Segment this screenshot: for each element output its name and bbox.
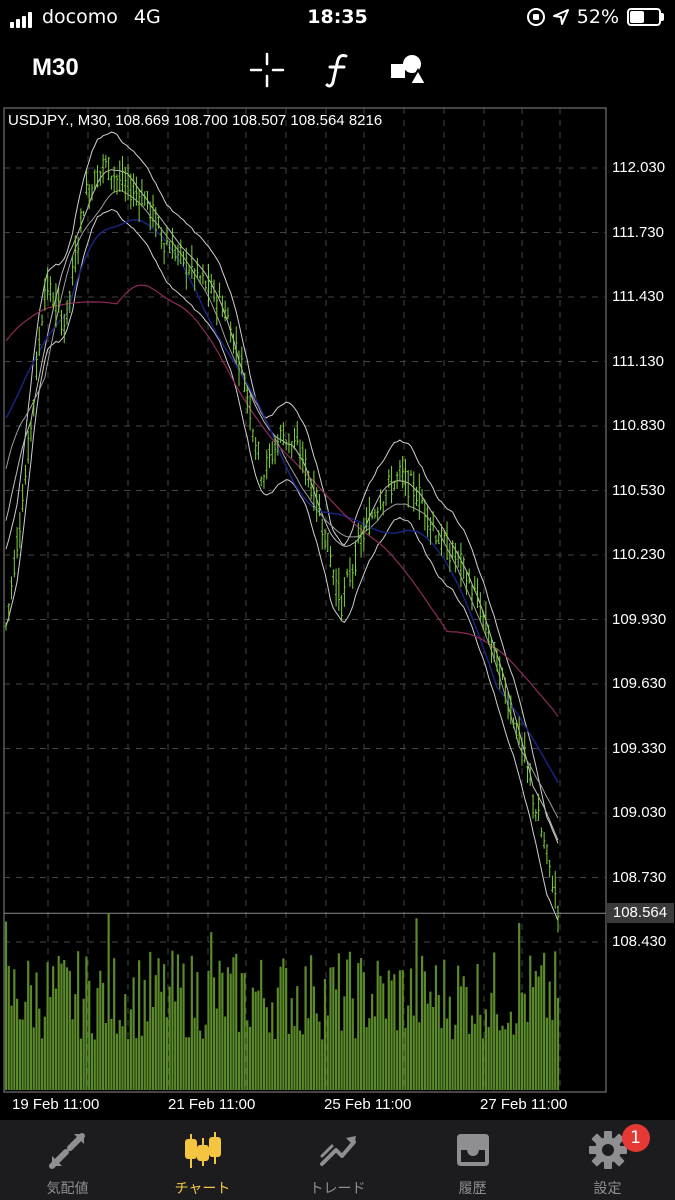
quotes-icon xyxy=(48,1133,85,1169)
settings-badge: 1 xyxy=(621,1124,650,1152)
crosshair-button[interactable] xyxy=(247,50,287,90)
trade-icon xyxy=(319,1136,356,1166)
objects-button[interactable] xyxy=(388,50,428,90)
tab-label: チャート xyxy=(174,1181,231,1197)
price-tick-label: 108.730 xyxy=(612,868,667,886)
price-chart[interactable]: USDJPY., M30, 108.669 108.700 108.507 10… xyxy=(0,104,675,1120)
date-tick-label: 25 Feb 11:00 xyxy=(324,1096,412,1113)
history-icon xyxy=(456,1134,489,1166)
ma-line xyxy=(5,169,559,841)
orientation-lock-icon xyxy=(526,8,545,26)
price-tick-label: 110.530 xyxy=(612,481,666,499)
plot-frame xyxy=(3,107,607,1093)
status-right: 52% xyxy=(526,6,664,28)
chart-header: USDJPY., M30, 108.669 108.700 108.507 10… xyxy=(8,112,383,129)
timeframe-button[interactable]: M30 xyxy=(32,54,79,82)
price-tick-label: 109.030 xyxy=(612,804,667,821)
location-icon xyxy=(552,9,569,25)
band-lower-line xyxy=(5,208,559,921)
chart-canvas[interactable] xyxy=(0,104,675,1120)
current-price-tag: 108.564 xyxy=(606,903,674,924)
chart-icon xyxy=(184,1132,221,1168)
price-tick-label: 109.330 xyxy=(612,739,667,757)
status-bar: docomo 4G 18:35 52% xyxy=(0,0,675,36)
price-tick-label: 108.430 xyxy=(612,933,667,950)
shapes-icon xyxy=(391,55,428,85)
date-tick-label: 21 Feb 11:00 xyxy=(168,1096,256,1113)
tab-label: 履歴 xyxy=(458,1181,487,1197)
tab-bar: 気配値 チャート トレード 履歴 1 設定 xyxy=(0,1120,675,1200)
price-tick-label: 109.930 xyxy=(612,610,667,628)
tab-chart[interactable]: チャート xyxy=(135,1120,270,1200)
ma-line-blue xyxy=(5,219,559,784)
price-tick-label: 111.730 xyxy=(612,223,664,241)
chart-toolbar: M30 xyxy=(0,36,675,104)
battery-percent: 52% xyxy=(576,6,619,28)
tab-settings[interactable]: 1 設定 xyxy=(540,1120,675,1200)
date-tick-label: 27 Feb 11:00 xyxy=(480,1096,568,1113)
price-tick-label: 112.030 xyxy=(612,159,666,176)
date-tick-label: 19 Feb 11:00 xyxy=(12,1096,100,1113)
ma-line xyxy=(5,189,559,819)
indicators-button[interactable] xyxy=(318,50,358,90)
tab-label: トレード xyxy=(309,1181,366,1197)
tab-trade[interactable]: トレード xyxy=(270,1120,405,1200)
tab-history[interactable]: 履歴 xyxy=(405,1120,540,1200)
tab-label: 気配値 xyxy=(46,1181,89,1197)
ma-line-purple xyxy=(5,284,559,717)
function-icon xyxy=(325,54,348,88)
price-tick-label: 111.430 xyxy=(612,288,664,305)
price-tick-label: 110.230 xyxy=(612,546,666,563)
price-tick-label: 110.830 xyxy=(612,417,666,434)
tab-quotes[interactable]: 気配値 xyxy=(0,1120,135,1200)
price-tick-label: 111.130 xyxy=(612,352,664,370)
tab-label: 設定 xyxy=(593,1181,622,1197)
crosshair-icon xyxy=(249,52,285,88)
price-tick-label: 109.630 xyxy=(612,675,667,692)
battery-icon xyxy=(627,8,664,26)
